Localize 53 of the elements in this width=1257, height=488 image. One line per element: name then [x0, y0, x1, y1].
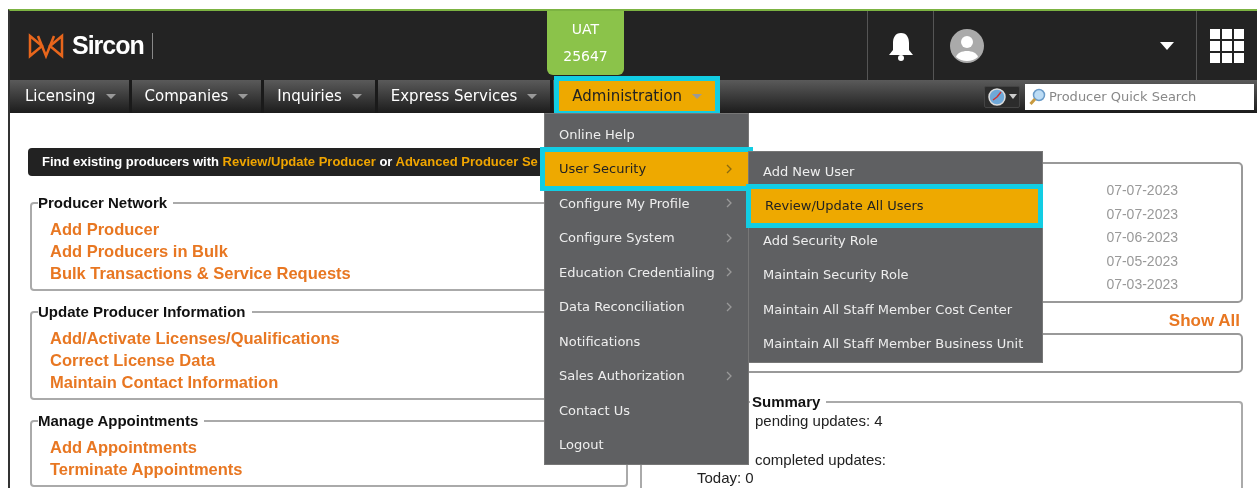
caret-icon: [238, 94, 249, 99]
summary-title: Summary: [751, 393, 822, 411]
action-link[interactable]: Correct License Data: [50, 349, 216, 371]
action-link[interactable]: Bulk Transactions & Service Requests: [50, 262, 351, 284]
action-link[interactable]: Add Producer: [50, 218, 160, 240]
section-title: Producer Network: [38, 194, 169, 212]
menu-item[interactable]: Maintain Security Role: [749, 257, 1042, 292]
recent-history-button[interactable]: [984, 85, 1020, 108]
clock-icon: [987, 87, 1007, 106]
menu-item[interactable]: Maintain All Staff Member Business Unit: [749, 326, 1042, 361]
date-text: 07-03-2023: [1106, 275, 1178, 294]
date-text: 07-05-2023: [1106, 251, 1178, 271]
menu-item[interactable]: Logout: [545, 427, 748, 462]
menu-item[interactable]: Sales Authorization: [545, 358, 748, 393]
caret-icon: [1009, 94, 1017, 99]
caret-icon: [527, 94, 538, 99]
show-all-link[interactable]: Show All: [1168, 310, 1240, 332]
menu-item[interactable]: Education Credentialing: [545, 255, 748, 290]
summary-text: pending updates: 4: [755, 412, 883, 429]
notification-bell-icon[interactable]: [886, 30, 915, 61]
banner-link[interactable]: Review/Update Producer: [222, 154, 376, 169]
nav-tab[interactable]: Licensing: [12, 80, 132, 113]
logo-text: Sircon: [72, 29, 144, 61]
date-text: 07-07-2023: [1106, 204, 1178, 224]
nav-tab[interactable]: Inquiries: [264, 80, 378, 113]
nav-tab[interactable]: Companies: [131, 80, 265, 113]
logo-icon: [28, 32, 64, 59]
menu-item[interactable]: Data Reconciliation: [545, 289, 748, 324]
menu-item[interactable]: Add Security Role: [749, 223, 1042, 258]
summary-text: completed updates:: [755, 450, 886, 468]
banner-link[interactable]: Advanced Producer Se: [395, 154, 538, 169]
action-link[interactable]: Terminate Appointments: [50, 458, 243, 480]
date-text: 07-06-2023: [1106, 228, 1178, 247]
app-grid-icon[interactable]: [1210, 28, 1244, 63]
menu-item[interactable]: Notifications: [545, 324, 748, 359]
menu-item[interactable]: Add New User: [749, 154, 1042, 189]
section-title: Update Producer Information: [38, 303, 247, 321]
avatar-icon[interactable]: [950, 28, 984, 63]
menu-item[interactable]: Contact Us: [545, 393, 748, 428]
action-link[interactable]: Add Producers in Bulk: [50, 240, 228, 262]
producer-search-field[interactable]: Producer Quick Search: [1025, 83, 1254, 110]
caret-icon: [351, 94, 362, 99]
menu-item[interactable]: Maintain All Staff Member Cost Center: [749, 292, 1042, 327]
section-title: Manage Appointments: [38, 412, 200, 430]
date-text: 07-07-2023: [1106, 181, 1178, 200]
caret-icon[interactable]: [1160, 41, 1174, 50]
environment-badge: UAT 25647: [547, 11, 624, 75]
caret-icon: [105, 94, 116, 99]
action-link[interactable]: Add/Activate Licenses/Qualifications: [50, 327, 340, 349]
caret-icon: [692, 93, 703, 99]
action-link[interactable]: Maintain Contact Information: [50, 371, 279, 393]
summary-text: Today: 0: [697, 468, 754, 486]
action-link[interactable]: Add Appointments: [50, 436, 197, 458]
